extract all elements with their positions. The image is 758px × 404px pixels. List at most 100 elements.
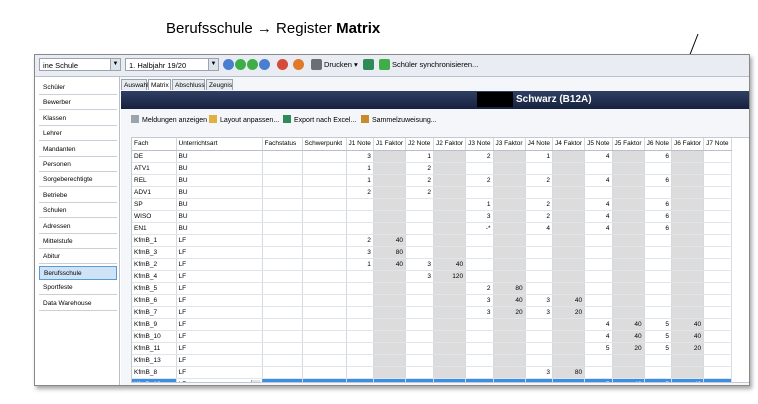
column-header[interactable]: J6 Note <box>644 138 673 151</box>
period-select[interactable]: 1. Halbjahr 19/20 ▼ <box>125 58 219 71</box>
table-cell[interactable] <box>493 234 526 247</box>
table-cell[interactable] <box>433 222 467 235</box>
table-cell[interactable]: 80 <box>373 246 407 259</box>
column-header[interactable]: J5 Faktor <box>612 138 645 151</box>
table-cell[interactable]: 5 <box>584 342 613 355</box>
table-cell[interactable] <box>552 150 586 163</box>
table-cell[interactable] <box>302 234 347 247</box>
table-cell[interactable]: EN1 <box>132 222 177 235</box>
table-cell[interactable]: KfmB_9 <box>132 318 177 331</box>
table-cell[interactable] <box>525 246 554 259</box>
table-cell[interactable]: LF <box>176 246 263 259</box>
table-cell[interactable] <box>703 342 732 355</box>
table-cell[interactable] <box>552 258 586 271</box>
table-cell[interactable] <box>262 186 303 199</box>
table-cell[interactable] <box>493 270 526 283</box>
table-cell[interactable]: 3 <box>525 294 554 307</box>
tab-zeugnis[interactable]: Zeugnis <box>206 79 233 90</box>
table-cell[interactable] <box>552 270 586 283</box>
table-cell[interactable] <box>433 198 467 211</box>
bulk-assign-button[interactable]: Sammelzuweisung... <box>361 115 437 127</box>
table-cell[interactable]: 5 <box>644 342 673 355</box>
table-cell[interactable] <box>525 234 554 247</box>
table-cell[interactable]: 20 <box>552 306 586 319</box>
column-header[interactable]: J4 Note <box>525 138 554 151</box>
table-row[interactable]: ATV1 BU 1 2 <box>132 162 732 175</box>
table-cell[interactable] <box>703 354 732 367</box>
table-cell[interactable] <box>671 270 705 283</box>
table-cell[interactable]: KfmB_6 <box>132 294 177 307</box>
table-cell[interactable]: 4 <box>584 330 613 343</box>
table-cell[interactable] <box>373 354 407 367</box>
table-cell[interactable] <box>373 378 407 382</box>
table-cell[interactable]: 1 <box>346 258 374 271</box>
table-cell[interactable] <box>405 318 434 331</box>
table-cell[interactable]: 2 <box>465 150 494 163</box>
table-cell[interactable] <box>433 282 467 295</box>
table-cell[interactable] <box>552 174 586 187</box>
table-cell[interactable] <box>493 318 526 331</box>
sidebar-item-berufsschule[interactable]: Berufsschule <box>39 265 117 280</box>
table-row[interactable]: KfmB_4 LF 3 120 <box>132 270 732 283</box>
column-header[interactable]: Fach <box>132 138 177 151</box>
table-cell[interactable] <box>612 222 645 235</box>
table-cell[interactable] <box>671 198 705 211</box>
table-cell[interactable]: LF <box>176 306 263 319</box>
table-cell[interactable]: LF <box>176 366 263 379</box>
table-cell[interactable] <box>703 198 732 211</box>
table-cell[interactable]: 6 <box>644 198 673 211</box>
table-cell[interactable]: REL <box>132 174 177 187</box>
table-cell[interactable]: BU <box>176 210 263 223</box>
edit-icon[interactable] <box>293 59 304 70</box>
table-cell[interactable] <box>584 258 613 271</box>
table-cell[interactable] <box>584 270 613 283</box>
table-cell[interactable] <box>493 378 526 382</box>
table-cell[interactable] <box>262 234 303 247</box>
table-cell[interactable]: 40 <box>373 234 407 247</box>
table-cell[interactable] <box>552 162 586 175</box>
table-cell[interactable]: 4 <box>584 210 613 223</box>
table-cell[interactable] <box>373 186 407 199</box>
table-cell[interactable]: 4 <box>584 198 613 211</box>
table-cell[interactable] <box>703 306 732 319</box>
table-cell[interactable] <box>552 282 586 295</box>
table-cell[interactable]: -* <box>465 222 494 235</box>
column-header[interactable]: J1 Faktor <box>373 138 407 151</box>
table-cell[interactable]: BU <box>176 150 263 163</box>
table-cell[interactable] <box>525 270 554 283</box>
table-cell[interactable]: 4 <box>584 174 613 187</box>
table-cell[interactable] <box>671 162 705 175</box>
table-cell[interactable] <box>584 282 613 295</box>
table-cell[interactable]: KfmB_5 <box>132 282 177 295</box>
table-cell[interactable] <box>346 330 374 343</box>
table-cell[interactable] <box>584 234 613 247</box>
column-header[interactable]: Fachstatus <box>262 138 303 151</box>
table-cell[interactable]: 3 <box>525 366 554 379</box>
table-cell[interactable] <box>493 354 526 367</box>
table-cell[interactable] <box>433 210 467 223</box>
table-cell[interactable] <box>433 354 467 367</box>
table-cell[interactable] <box>703 210 732 223</box>
table-cell[interactable]: 5 <box>644 330 673 343</box>
table-cell[interactable]: 40 <box>612 318 645 331</box>
table-cell[interactable] <box>262 246 303 259</box>
table-cell[interactable] <box>703 162 732 175</box>
table-cell[interactable] <box>346 354 374 367</box>
table-cell[interactable] <box>493 342 526 355</box>
table-cell[interactable]: ▼ LF <box>175 378 263 382</box>
table-cell[interactable] <box>612 198 645 211</box>
table-cell[interactable] <box>671 366 705 379</box>
column-header[interactable]: J3 Faktor <box>493 138 526 151</box>
table-cell[interactable] <box>346 342 374 355</box>
table-cell[interactable] <box>552 222 586 235</box>
table-cell[interactable] <box>302 186 347 199</box>
table-cell[interactable] <box>262 366 303 379</box>
table-cell[interactable] <box>465 330 494 343</box>
table-row[interactable]: DE BU 3 1 2 1 4 6 <box>132 150 732 163</box>
show-notes-button[interactable]: Meldungen anzeigen <box>131 115 207 127</box>
table-cell[interactable] <box>703 246 732 259</box>
table-cell[interactable]: 40 <box>612 378 645 382</box>
table-cell[interactable] <box>552 342 586 355</box>
table-row[interactable]: REL BU 1 2 2 2 4 6 <box>132 174 732 187</box>
table-cell[interactable] <box>465 234 494 247</box>
